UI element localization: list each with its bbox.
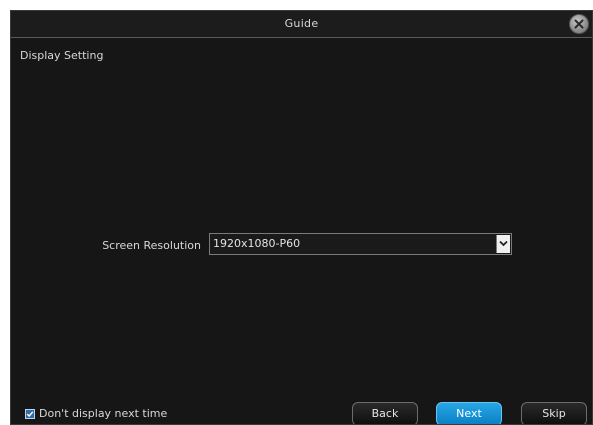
screen-resolution-label: Screen Resolution: [102, 239, 201, 252]
section-title: Display Setting: [20, 49, 104, 62]
window-title: Guide: [284, 17, 319, 30]
next-button[interactable]: Next: [436, 402, 502, 424]
close-button[interactable]: [569, 14, 589, 34]
screen-resolution-select[interactable]: 1920x1080-P60: [209, 233, 512, 255]
dont-display-label[interactable]: Don't display next time: [39, 407, 167, 420]
close-icon: [574, 19, 584, 29]
dont-display-checkbox[interactable]: [25, 409, 35, 419]
checkmark-icon: [26, 411, 34, 418]
dropdown-button[interactable]: [496, 235, 510, 253]
guide-window: Guide Display Setting Screen Resolution …: [10, 10, 593, 425]
title-bar: Guide: [11, 11, 592, 38]
chevron-down-icon: [499, 240, 508, 247]
screen-resolution-value: 1920x1080-P60: [213, 237, 301, 250]
skip-button[interactable]: Skip: [521, 402, 587, 424]
back-button[interactable]: Back: [352, 402, 418, 424]
